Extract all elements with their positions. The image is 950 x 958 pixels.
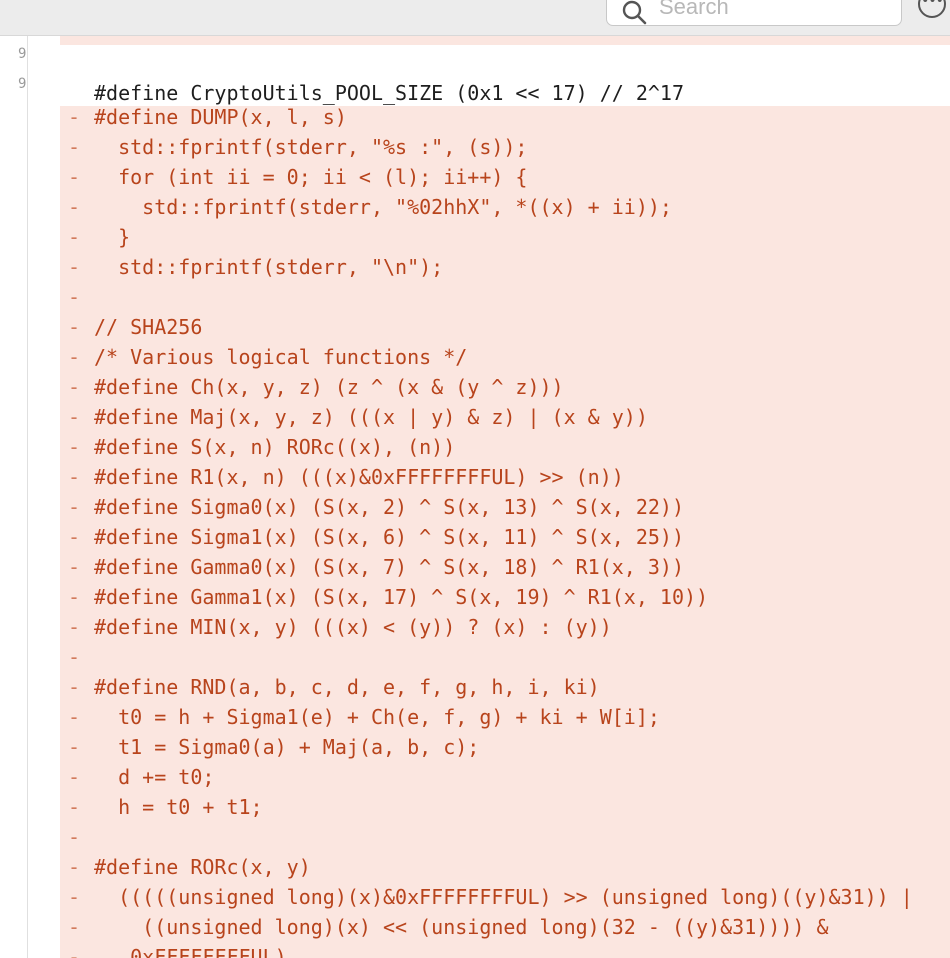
more-options-icon[interactable]: ••• <box>918 0 946 18</box>
removed-line-code: for (int ii = 0; ii < (l); ii++) { <box>94 165 528 189</box>
removed-line: - <box>60 282 950 312</box>
removed-line-code: #define Sigma0(x) (S(x, 2) ^ S(x, 13) ^ … <box>94 495 685 519</box>
removed-line-marker: - <box>68 315 81 339</box>
removed-line-marker: - <box>68 915 81 939</box>
removed-line-marker: - <box>68 195 81 219</box>
removed-line-code: ((unsigned long)(x) << (unsigned long)(3… <box>94 915 829 939</box>
removed-line: - #define Sigma1(x) (S(x, 6) ^ S(x, 11) ^… <box>60 522 950 552</box>
removed-line: - #define Ch(x, y, z) (z ^ (x & (y ^ z))) <box>60 372 950 402</box>
removed-line-code: } <box>94 225 131 249</box>
removed-line: - (((((unsigned long)(x)&0xFFFFFFFFUL) >… <box>60 882 950 912</box>
removed-line: - #define Sigma0(x) (S(x, 2) ^ S(x, 13) ^… <box>60 492 950 522</box>
removed-line-marker: - <box>68 735 81 759</box>
removed-line-code: #define Gamma1(x) (S(x, 17) ^ S(x, 19) ^… <box>94 585 709 609</box>
removed-line-marker: - <box>68 345 81 369</box>
removed-line: - for (int ii = 0; ii < (l); ii++) { <box>60 162 950 192</box>
removed-line-code: /* Various logical functions */ <box>94 345 468 369</box>
removed-line-code: #define Gamma0(x) (S(x, 7) ^ S(x, 18) ^ … <box>94 555 685 579</box>
diff-view: #define CryptoUtils_POOL_SIZE (0x1 << 17… <box>60 36 950 958</box>
removed-line-marker: - <box>68 645 81 669</box>
removed-line-marker: - <box>68 285 81 309</box>
removed-line: - #define DUMP(x, l, s) <box>60 102 950 132</box>
removed-line-marker: - <box>68 105 81 129</box>
removed-line: - h = t0 + t1; <box>60 792 950 822</box>
removed-line-code: #define R1(x, n) (((x)&0xFFFFFFFFUL) >> … <box>94 465 624 489</box>
removed-line-marker: - <box>68 945 81 958</box>
removed-line-code: #define RORc(x, y) <box>94 855 311 879</box>
removed-line: - ((unsigned long)(x) << (unsigned long)… <box>60 912 950 942</box>
removed-line-marker: - <box>68 675 81 699</box>
removed-line-marker: - <box>68 255 81 279</box>
removed-line-marker: - <box>68 525 81 549</box>
removed-line: - t0 = h + Sigma1(e) + Ch(e, f, g) + ki … <box>60 702 950 732</box>
line-number: 9 <box>18 46 27 62</box>
removed-line-marker: - <box>68 555 81 579</box>
removed-line-marker: - <box>68 405 81 429</box>
removed-line: - t1 = Sigma0(a) + Maj(a, b, c); <box>60 732 950 762</box>
removed-line-marker: - <box>68 765 81 789</box>
removed-line: - } <box>60 222 950 252</box>
removed-line-marker: - <box>68 375 81 399</box>
removed-line-code: 0xFFFFFFFFUL) <box>94 945 287 958</box>
removed-line: -// SHA256 <box>60 312 950 342</box>
removed-line-marker: - <box>68 825 81 849</box>
line-number: 9 <box>18 76 27 92</box>
removed-line-code: t0 = h + Sigma1(e) + Ch(e, f, g) + ki + … <box>94 705 660 729</box>
removed-line-strip <box>60 36 950 45</box>
removed-line-code: d += t0; <box>94 765 215 789</box>
removed-line: - #define S(x, n) RORc((x), (n)) <box>60 432 950 462</box>
removed-line-code: // SHA256 <box>94 315 203 339</box>
removed-line-code: #define Maj(x, y, z) (((x | y) & z) | (x… <box>94 405 648 429</box>
removed-line-code: std::fprintf(stderr, "%02hhX", *((x) + i… <box>94 195 672 219</box>
removed-line: - #define Gamma1(x) (S(x, 17) ^ S(x, 19) … <box>60 582 950 612</box>
removed-line-code: t1 = Sigma0(a) + Maj(a, b, c); <box>94 735 480 759</box>
removed-line-marker: - <box>68 615 81 639</box>
removed-line-code: std::fprintf(stderr, "\n"); <box>94 255 444 279</box>
removed-line-code: (((((unsigned long)(x)&0xFFFFFFFFUL) >> … <box>94 885 913 909</box>
removed-line-marker: - <box>68 585 81 609</box>
removed-line: - std::fprintf(stderr, "%02hhX", *((x) +… <box>60 192 950 222</box>
removed-line-code: #define S(x, n) RORc((x), (n)) <box>94 435 456 459</box>
removed-line: - d += t0; <box>60 762 950 792</box>
removed-line-marker: - <box>68 795 81 819</box>
removed-line-marker: - <box>68 435 81 459</box>
removed-line-code: #define DUMP(x, l, s) <box>94 105 347 129</box>
removed-line-marker: - <box>68 495 81 519</box>
removed-line-code: #define Sigma1(x) (S(x, 6) ^ S(x, 11) ^ … <box>94 525 685 549</box>
removed-line-code: std::fprintf(stderr, "%s :", (s)); <box>94 135 528 159</box>
removed-line: - #define RND(a, b, c, d, e, f, g, h, i, … <box>60 672 950 702</box>
removed-line-code: #define RND(a, b, c, d, e, f, g, h, i, k… <box>94 675 600 699</box>
toolbar: Search ••• <box>0 0 950 36</box>
removed-line-marker: - <box>68 465 81 489</box>
line-number-gutter: 9 9 <box>0 36 28 958</box>
removed-line-marker: - <box>68 885 81 909</box>
removed-line: - #define MIN(x, y) (((x) < (y)) ? (x) : … <box>60 612 950 642</box>
removed-line: - #define RORc(x, y) <box>60 852 950 882</box>
removed-line: - 0xFFFFFFFFUL) <box>60 942 950 958</box>
removed-line-marker: - <box>68 705 81 729</box>
removed-line-code: #define MIN(x, y) (((x) < (y)) ? (x) : (… <box>94 615 612 639</box>
removed-line: - #define Maj(x, y, z) (((x | y) & z) | (… <box>60 402 950 432</box>
removed-line: - std::fprintf(stderr, "%s :", (s)); <box>60 132 950 162</box>
removed-line: -/* Various logical functions */ <box>60 342 950 372</box>
removed-block: - #define DUMP(x, l, s) - std::fprintf(std… <box>60 105 950 958</box>
removed-line-marker: - <box>68 225 81 249</box>
search-placeholder: Search <box>659 0 729 19</box>
removed-line: - <box>60 822 950 852</box>
removed-line: - <box>60 642 950 672</box>
removed-line-code: #define Ch(x, y, z) (z ^ (x & (y ^ z))) <box>94 375 564 399</box>
search-icon <box>622 0 647 25</box>
removed-line: - #define Gamma0(x) (S(x, 7) ^ S(x, 18) ^… <box>60 552 950 582</box>
removed-line: - std::fprintf(stderr, "\n"); <box>60 252 950 282</box>
removed-line-marker: - <box>68 135 81 159</box>
removed-line-code: h = t0 + t1; <box>94 795 263 819</box>
removed-line-marker: - <box>68 855 81 879</box>
removed-line: - #define R1(x, n) (((x)&0xFFFFFFFFUL) >>… <box>60 462 950 492</box>
search-field[interactable]: Search <box>606 0 902 26</box>
removed-line-marker: - <box>68 165 81 189</box>
